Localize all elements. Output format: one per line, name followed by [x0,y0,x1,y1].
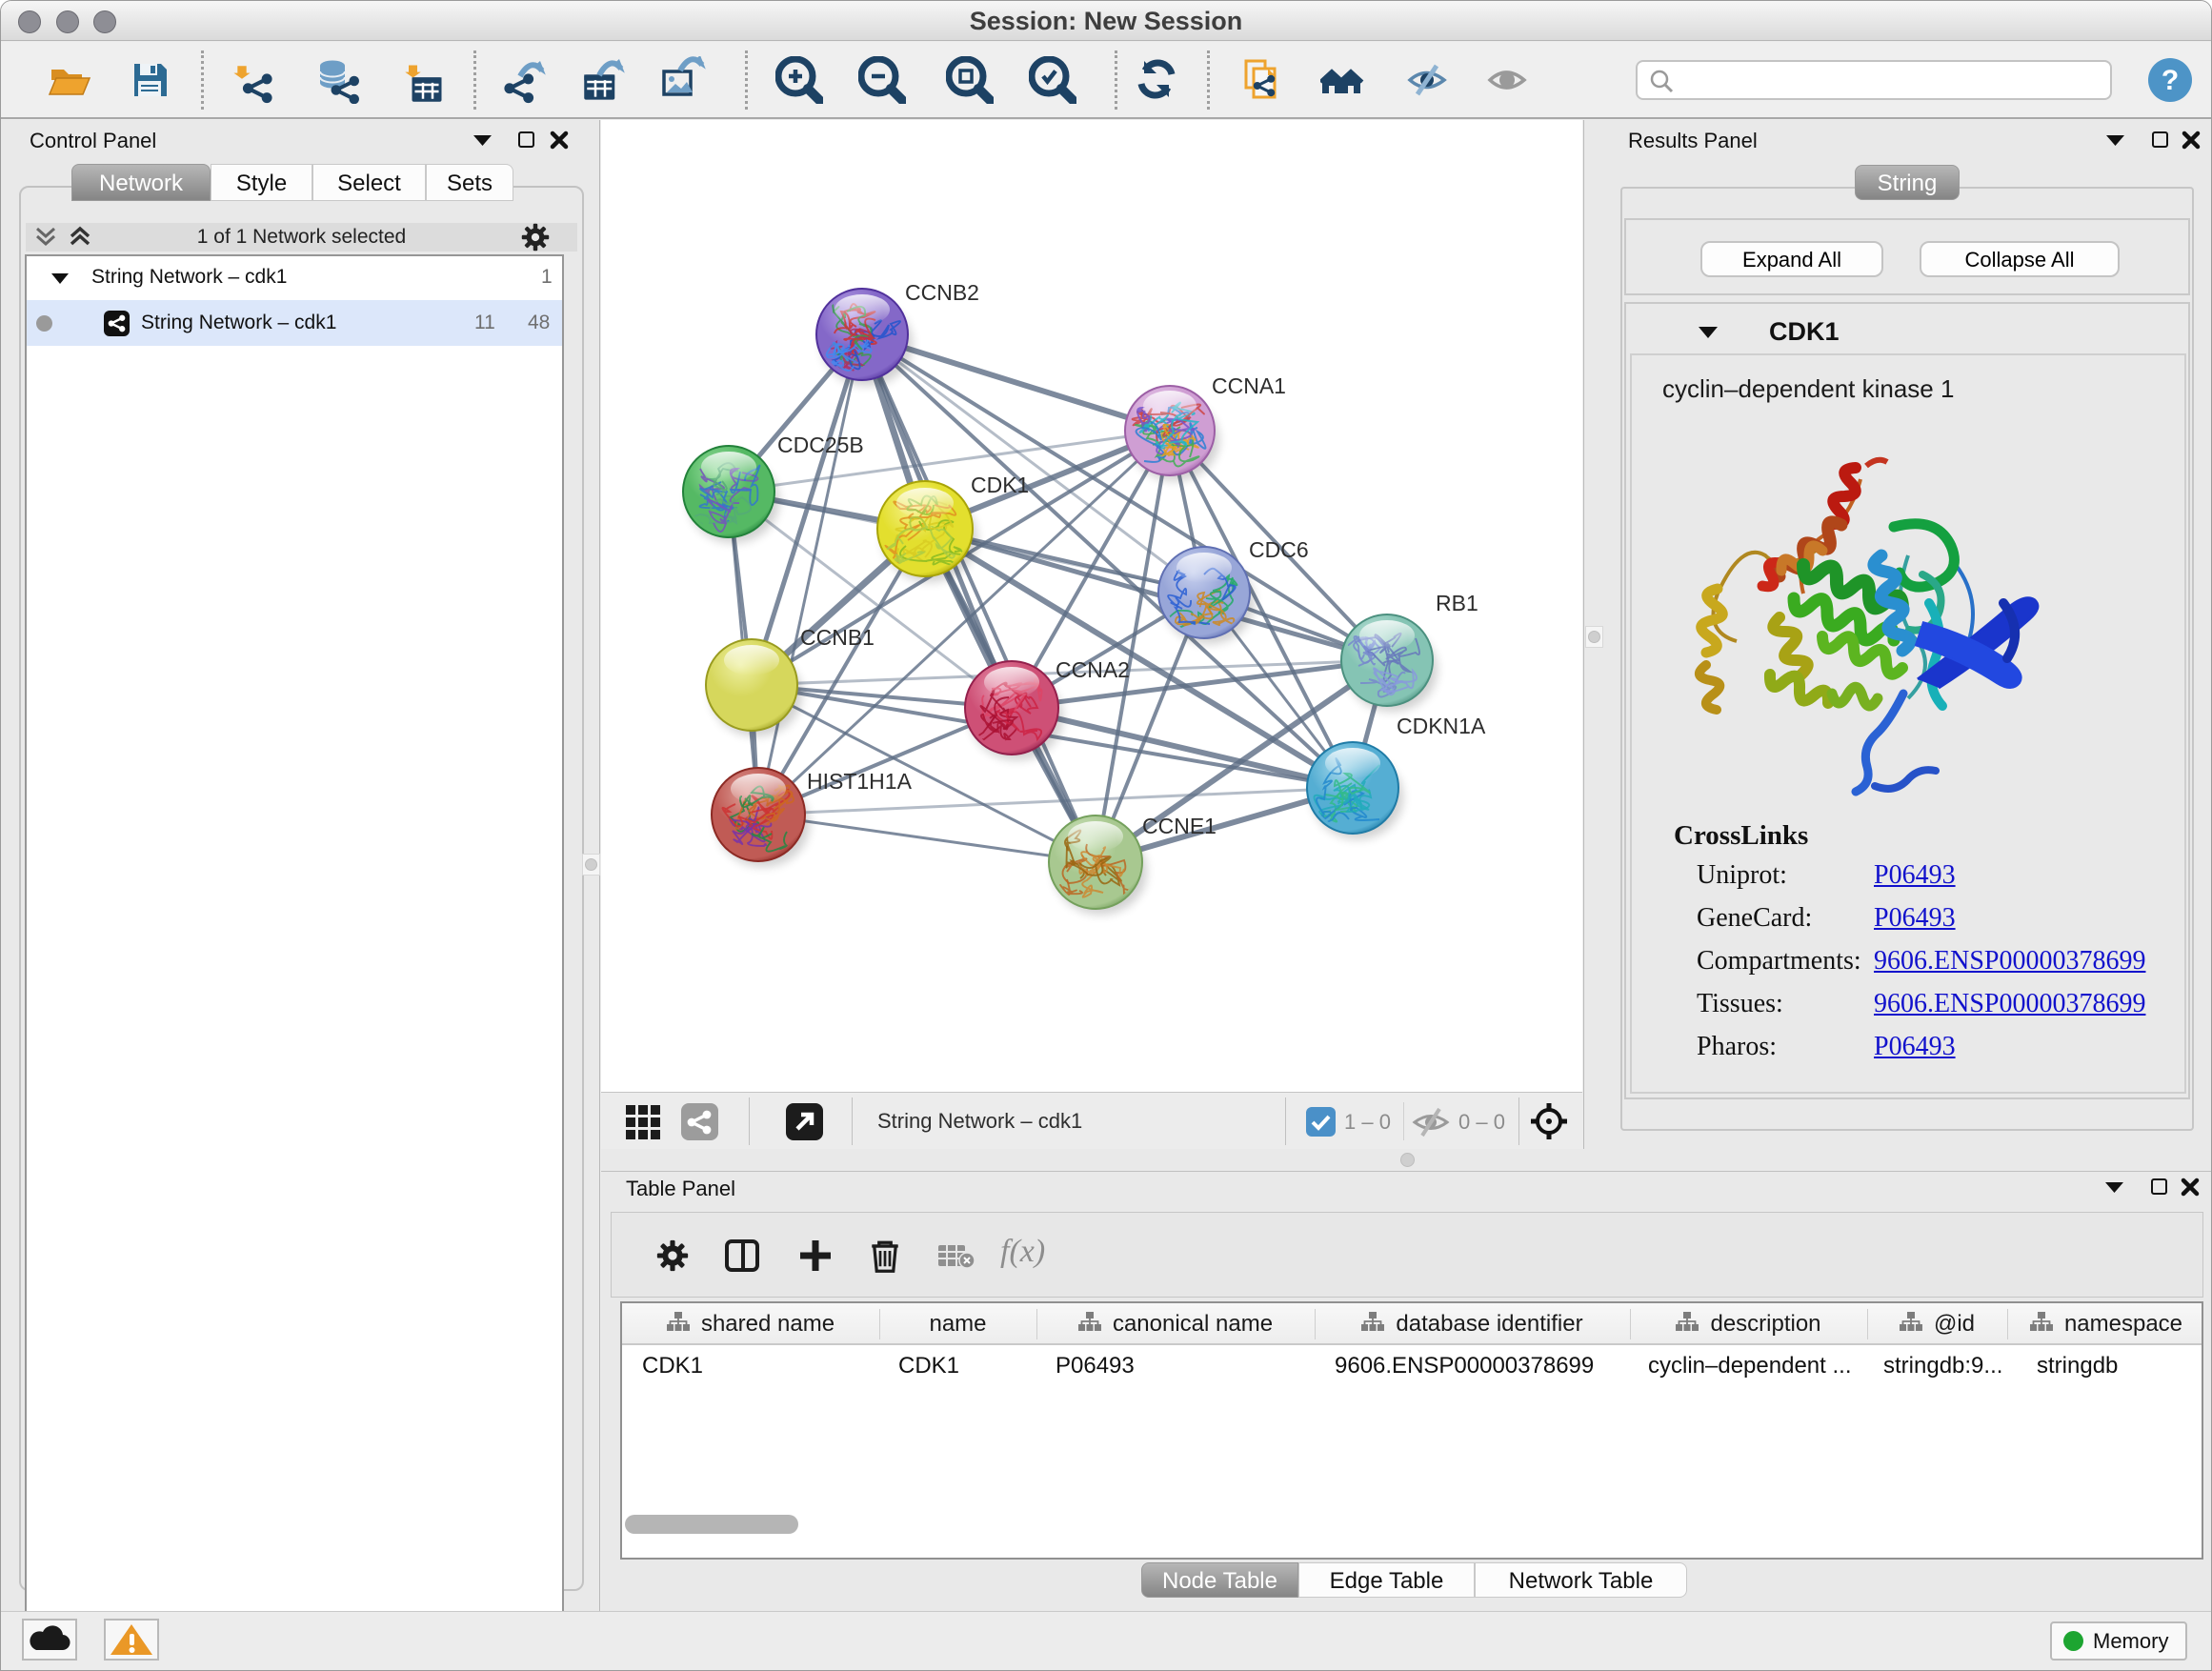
svg-text:CCNB2: CCNB2 [905,280,979,305]
svg-text:CDC6: CDC6 [1249,537,1309,562]
svg-text:HIST1H1A: HIST1H1A [807,769,913,794]
svg-text:CCNA2: CCNA2 [1056,657,1130,682]
svg-text:RB1: RB1 [1436,591,1478,615]
svg-text:CCNE1: CCNE1 [1142,814,1217,838]
svg-text:CDC25B: CDC25B [777,433,864,457]
svg-text:?: ? [2162,65,2179,96]
svg-text:CCNB1: CCNB1 [800,625,875,650]
svg-text:CDK1: CDK1 [971,473,1029,497]
svg-text:CDKN1A: CDKN1A [1397,714,1486,738]
svg-text:CCNA1: CCNA1 [1212,373,1286,398]
